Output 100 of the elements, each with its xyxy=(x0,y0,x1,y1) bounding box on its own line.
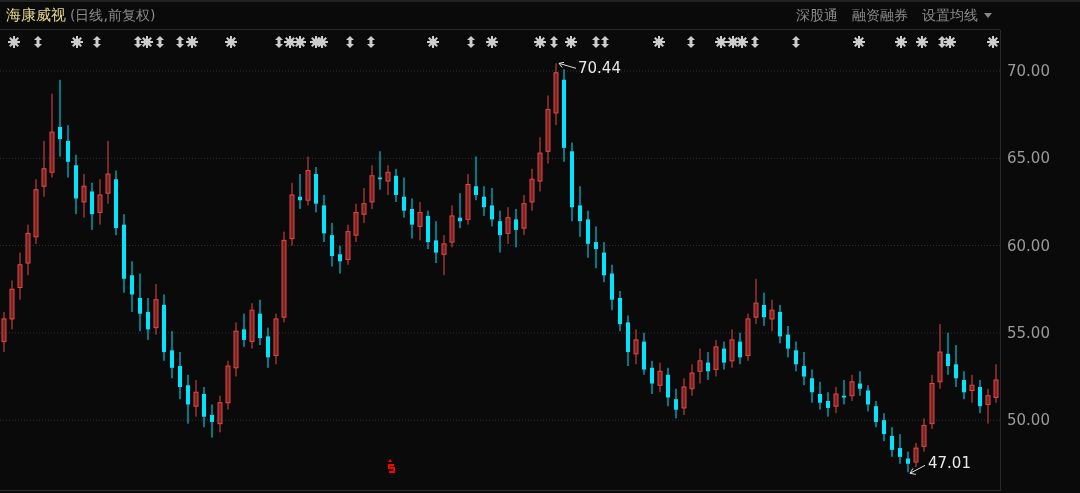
candlestick xyxy=(594,225,598,269)
candlestick xyxy=(729,328,735,369)
candlestick xyxy=(74,154,78,215)
candlestick xyxy=(874,400,878,428)
candlestick xyxy=(553,62,559,126)
candlestick xyxy=(217,395,223,433)
candlestick xyxy=(458,192,462,229)
candlestick xyxy=(402,177,406,219)
candlestick xyxy=(610,264,614,311)
candlestick xyxy=(465,173,471,226)
candlestick xyxy=(954,344,958,388)
candlestick xyxy=(153,283,159,336)
header-link[interactable]: 深股通 xyxy=(796,6,838,25)
candlestick xyxy=(913,442,919,468)
candlestick xyxy=(385,164,391,196)
candlestick xyxy=(345,224,351,266)
candlestick xyxy=(242,313,246,348)
candlestick xyxy=(778,304,782,344)
candlestick xyxy=(490,187,494,227)
candlestick xyxy=(738,332,742,365)
candlestick xyxy=(722,341,726,371)
candlestick xyxy=(545,94,551,165)
candlestick xyxy=(674,388,678,419)
caret-icon xyxy=(984,13,992,18)
ma-settings-dropdown[interactable]: 设置均线 xyxy=(922,6,992,25)
candlestick xyxy=(745,313,751,362)
candlestick xyxy=(361,187,367,224)
candlestick xyxy=(1,311,7,353)
candlestick xyxy=(882,412,886,442)
candlestick xyxy=(25,224,31,276)
candlestick xyxy=(289,182,295,247)
candlestick xyxy=(9,280,15,330)
candlestick xyxy=(578,185,582,238)
candlestick xyxy=(210,403,214,439)
candlestick xyxy=(130,260,134,313)
candlestick xyxy=(810,369,814,404)
pointer-arrow-icon xyxy=(558,61,577,69)
candlestick xyxy=(706,351,710,381)
candlestick xyxy=(618,290,622,332)
candlestick xyxy=(833,386,839,414)
candlestick xyxy=(298,173,302,210)
price-annotation: 70.44 xyxy=(578,59,621,78)
candlestick xyxy=(146,297,150,341)
candlestick xyxy=(505,206,511,245)
candlestick xyxy=(81,173,87,219)
candlestick xyxy=(449,204,455,248)
axis-label: 60.00 xyxy=(1007,235,1050,257)
candlestick xyxy=(929,374,935,430)
chart-type-label: (日线,前复权) xyxy=(70,6,156,25)
candlestick xyxy=(474,156,478,201)
candlestick xyxy=(105,140,111,205)
candlestick xyxy=(537,136,543,192)
candlestick xyxy=(906,451,910,473)
candlestick xyxy=(842,379,846,405)
candlestick xyxy=(322,194,326,243)
candlestick xyxy=(650,360,654,395)
candlestick xyxy=(314,166,318,213)
candlestick xyxy=(858,370,862,397)
candlestick xyxy=(826,391,830,418)
pointer-arrow-icon xyxy=(909,464,926,475)
candlestick xyxy=(162,294,166,362)
candlestick xyxy=(697,348,703,384)
candlestick xyxy=(482,185,486,217)
candlestick xyxy=(266,327,270,369)
candlestick xyxy=(97,178,103,226)
candlestick xyxy=(962,370,966,400)
candlestick xyxy=(305,156,311,206)
candlestick xyxy=(849,374,855,402)
candlestick xyxy=(170,330,174,379)
axis-label: 55.00 xyxy=(1007,322,1050,344)
candlestick xyxy=(753,278,759,325)
candlestick xyxy=(626,314,630,367)
candlestick xyxy=(602,241,606,283)
candlestick xyxy=(273,313,279,365)
candlestick xyxy=(417,201,423,241)
candlestick xyxy=(338,245,342,275)
candlestick xyxy=(369,164,375,210)
header-link[interactable]: 融资融券 xyxy=(852,6,908,25)
candlestick xyxy=(426,210,430,250)
candlestick xyxy=(66,124,70,178)
candlestick xyxy=(794,341,798,372)
candlestick xyxy=(818,381,822,411)
candlestick xyxy=(514,208,518,248)
candlestick xyxy=(186,374,190,425)
candlestick xyxy=(586,210,590,259)
candlestick xyxy=(978,379,982,414)
candlestick xyxy=(666,367,670,407)
candlestick xyxy=(353,203,359,243)
candlestick xyxy=(202,386,206,428)
candlestick xyxy=(233,321,239,378)
candlestick xyxy=(802,351,806,386)
price-annotation: 47.01 xyxy=(928,454,971,473)
candlestick xyxy=(33,178,39,245)
candlestick xyxy=(969,374,975,404)
candlestick xyxy=(249,302,255,350)
candlestick xyxy=(521,194,527,236)
candlestick xyxy=(866,384,870,412)
candlestick xyxy=(225,360,231,411)
candlestick xyxy=(642,332,646,376)
candlestick xyxy=(41,140,47,198)
